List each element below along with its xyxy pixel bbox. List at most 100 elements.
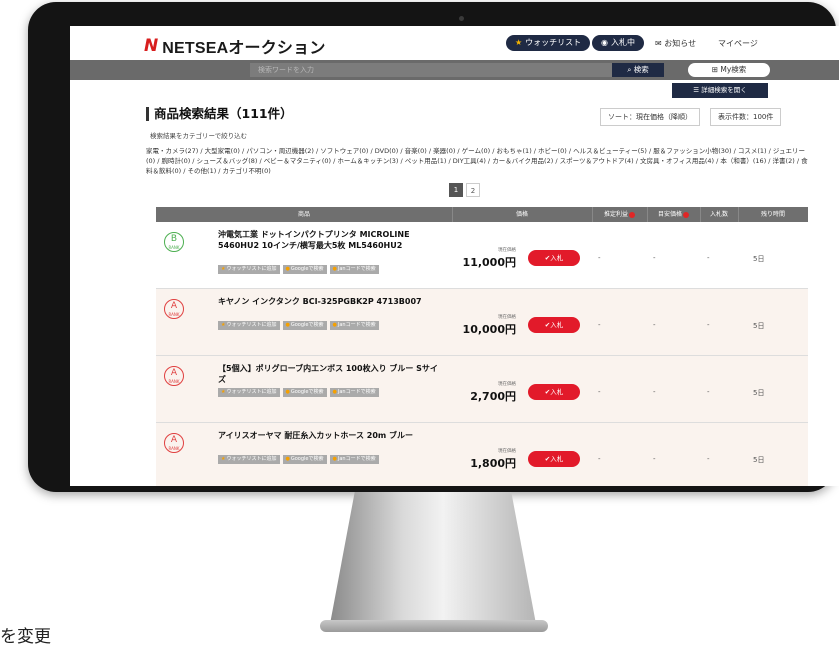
jan-search-tag[interactable]: ● Janコードで検索 bbox=[329, 455, 379, 464]
estimated-profit: - bbox=[598, 254, 601, 262]
google-icon: ● bbox=[285, 456, 290, 462]
add-watchlist-tag[interactable]: ★ ウォッチリストに追加 bbox=[218, 455, 280, 464]
per-page-select[interactable]: 表示件数：100件 bbox=[710, 108, 782, 126]
bid-button[interactable]: ✔入札 bbox=[528, 317, 580, 333]
results-table-header: 商品 価格 推定利益 目安価格 入札数 残り時間 bbox=[156, 207, 808, 222]
target-price: - bbox=[653, 254, 656, 262]
bid-count: - bbox=[707, 388, 710, 396]
table-row[interactable]: A RANK 【5個入】ポリグローブ内エンボス 100枚入り ブルー Sサイズ ★… bbox=[156, 356, 808, 423]
bid-label: 入札 bbox=[550, 388, 564, 396]
col-product: 商品 bbox=[156, 207, 453, 222]
sort-select[interactable]: ソート：現在価格（降順） bbox=[600, 108, 700, 126]
jan-search-tag[interactable]: ● Janコードで検索 bbox=[329, 321, 379, 330]
bid-button[interactable]: ✔入札 bbox=[528, 384, 580, 400]
rank-badge: A RANK bbox=[164, 366, 184, 386]
mypage-link[interactable]: マイページ bbox=[718, 38, 758, 49]
tag-label: Googleで検索 bbox=[290, 456, 324, 462]
current-price: 10,000円 bbox=[462, 323, 516, 336]
advanced-search-button[interactable]: ☰ 詳細検索を開く bbox=[672, 83, 768, 98]
my-search-icon: ⊞ bbox=[711, 65, 718, 74]
page-2-button[interactable]: 2 bbox=[466, 183, 480, 197]
table-row[interactable]: A RANK アイリスオーヤマ 耐圧糸入カットホース 20m ブルー ★ ウォッチリ… bbox=[156, 423, 808, 486]
site-logo[interactable]: N NETSEAオークション bbox=[144, 34, 326, 58]
star-icon: ★ bbox=[221, 456, 226, 462]
search-icon: ⌕ bbox=[627, 65, 632, 74]
search-button[interactable]: ⌕ 検索 bbox=[612, 63, 664, 77]
bid-button[interactable]: ✔入札 bbox=[528, 250, 580, 266]
time-left: 5日 bbox=[753, 456, 765, 464]
estimated-profit: - bbox=[598, 388, 601, 396]
add-watchlist-tag[interactable]: ★ ウォッチリストに追加 bbox=[218, 388, 280, 397]
rank-letter: A bbox=[170, 435, 178, 445]
estimated-profit: - bbox=[598, 455, 601, 463]
price-label: 現在価格 bbox=[498, 315, 516, 320]
add-watchlist-tag[interactable]: ★ ウォッチリストに追加 bbox=[218, 265, 280, 274]
bid-label: 入札 bbox=[550, 455, 564, 463]
barcode-icon: ● bbox=[332, 266, 337, 272]
google-search-tag[interactable]: ● Googleで検索 bbox=[282, 321, 327, 330]
price-label: 現在価格 bbox=[498, 449, 516, 454]
jan-search-tag[interactable]: ● Janコードで検索 bbox=[329, 388, 379, 397]
google-icon: ● bbox=[285, 322, 290, 328]
bidding-label: 入札中 bbox=[610, 38, 635, 47]
rank-letter: B bbox=[170, 234, 178, 244]
jan-search-tag[interactable]: ● Janコードで検索 bbox=[329, 265, 379, 274]
table-row[interactable]: B RANK 沖電気工業 ドットインパクトプリンタ MICROLINE 5460H… bbox=[156, 222, 808, 289]
current-price: 11,000円 bbox=[462, 256, 516, 269]
tag-label: Janコードで検索 bbox=[337, 389, 376, 395]
star-icon: ★ bbox=[221, 322, 226, 328]
google-icon: ● bbox=[285, 389, 290, 395]
rank-sub: RANK bbox=[168, 446, 180, 451]
watchlist-button[interactable]: ★ ウォッチリスト bbox=[506, 35, 591, 51]
product-name[interactable]: 【5個入】ポリグローブ内エンボス 100枚入り ブルー Sサイズ bbox=[218, 363, 438, 385]
barcode-icon: ● bbox=[332, 322, 337, 328]
bid-button[interactable]: ✔入札 bbox=[528, 451, 580, 467]
logo-text: NETSEAオークション bbox=[162, 40, 326, 57]
google-search-tag[interactable]: ● Googleで検索 bbox=[282, 455, 327, 464]
time-left: 5日 bbox=[753, 255, 765, 263]
rank-letter: A bbox=[170, 301, 178, 311]
rank-sub: RANK bbox=[168, 312, 180, 317]
rank-sub: RANK bbox=[168, 245, 180, 250]
current-price: 2,700円 bbox=[470, 390, 516, 403]
category-filter-list[interactable]: 家電・カメラ(27) / 大型家電(0) / パソコン・周辺機器(2) / ソフ… bbox=[146, 146, 810, 176]
my-search-button[interactable]: ⊞ My検索 bbox=[688, 63, 770, 77]
product-name[interactable]: 沖電気工業 ドットインパクトプリンタ MICROLINE 5460HU2 10イ… bbox=[218, 229, 438, 251]
bid-count: - bbox=[707, 321, 710, 329]
watchlist-label: ウォッチリスト bbox=[525, 38, 582, 47]
product-name[interactable]: キヤノン インクタンク BCI-325PGBK2P 4713B007 bbox=[218, 296, 438, 307]
bid-count: - bbox=[707, 455, 710, 463]
category-filter-heading: 検索結果をカテゴリーで絞り込む bbox=[150, 132, 248, 140]
google-search-tag[interactable]: ● Googleで検索 bbox=[282, 265, 327, 274]
tag-label: ウォッチリストに追加 bbox=[226, 456, 277, 462]
notice-link[interactable]: ✉ お知らせ bbox=[655, 38, 696, 49]
product-tags: ★ ウォッチリストに追加 ● Googleで検索 ● Janコードで検索 bbox=[218, 455, 438, 464]
webcam bbox=[459, 16, 464, 21]
tag-label: Googleで検索 bbox=[290, 389, 324, 395]
list-icon: ☰ bbox=[693, 86, 700, 94]
page-1-button[interactable]: 1 bbox=[449, 183, 463, 197]
table-row[interactable]: A RANK キヤノン インクタンク BCI-325PGBK2P 4713B007… bbox=[156, 289, 808, 356]
tag-label: Googleで検索 bbox=[290, 266, 324, 272]
product-tags: ★ ウォッチリストに追加 ● Googleで検索 ● Janコードで検索 bbox=[218, 321, 438, 330]
bid-count: - bbox=[707, 254, 710, 262]
monitor-stand bbox=[330, 492, 536, 624]
product-name[interactable]: アイリスオーヤマ 耐圧糸入カットホース 20m ブルー bbox=[218, 430, 438, 441]
tag-label: Janコードで検索 bbox=[337, 322, 376, 328]
monitor-stand-base bbox=[320, 620, 548, 632]
target-price: - bbox=[653, 455, 656, 463]
search-button-label: 検索 bbox=[633, 65, 649, 74]
rank-badge: B RANK bbox=[164, 232, 184, 252]
add-watchlist-tag[interactable]: ★ ウォッチリストに追加 bbox=[218, 321, 280, 330]
rank-badge: A RANK bbox=[164, 299, 184, 319]
bid-label: 入札 bbox=[550, 254, 564, 262]
tag-label: Janコードで検索 bbox=[337, 456, 376, 462]
cropped-caption: を変更 bbox=[0, 627, 51, 647]
logo-mark-icon: N bbox=[144, 36, 159, 56]
google-search-tag[interactable]: ● Googleで検索 bbox=[282, 388, 327, 397]
search-input[interactable]: 検索ワードを入力 bbox=[250, 63, 612, 77]
tag-label: ウォッチリストに追加 bbox=[226, 389, 277, 395]
search-bar: 検索ワードを入力 ⌕ 検索 ⊞ My検索 bbox=[70, 60, 839, 80]
time-left: 5日 bbox=[753, 322, 765, 330]
bidding-button[interactable]: ◉ 入札中 bbox=[592, 35, 644, 51]
